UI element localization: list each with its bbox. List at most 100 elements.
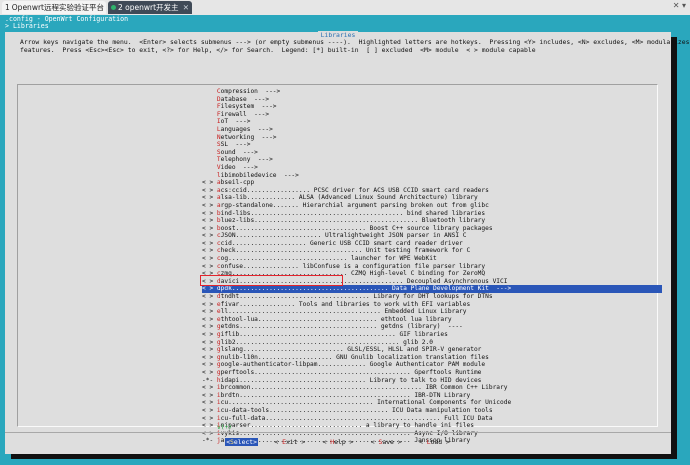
dialog-button[interactable]: < Load > <box>418 438 451 446</box>
item-label: brcommon................................… <box>220 384 508 392</box>
item-label: fivar............... Tools and libraries… <box>220 300 471 308</box>
menu-item[interactable]: < > bluez-libs..........................… <box>202 217 662 225</box>
menu-item[interactable]: < > acs:ccid................. PCSC drive… <box>202 187 662 195</box>
menu-item[interactable]: < > google-authenticator-libpam.........… <box>202 361 662 369</box>
menuconfig-dialog: Libraries Arrow keys navigate the menu. … <box>5 31 689 454</box>
menu-item[interactable]: Database ---> <box>202 96 662 104</box>
item-label: rgp-standalone....... Hierarchial argume… <box>220 201 489 209</box>
item-label: oogle-authenticator-libpam............. … <box>220 361 486 369</box>
item-label: ideo ---> <box>220 163 258 171</box>
item-checkbox <box>202 96 217 103</box>
item-label: cs:ccid................. PCSC driver for… <box>220 186 489 194</box>
item-checkbox: < > <box>202 323 217 331</box>
item-label: oT ---> <box>220 118 251 126</box>
menu-item[interactable]: < > alsa-lib............. ALSA (Advanced… <box>202 194 662 202</box>
item-checkbox: < > <box>202 414 217 422</box>
tab-2[interactable]: 2 openwrt开发主 ✕ <box>108 1 192 14</box>
item-label: atabase ---> <box>220 95 270 103</box>
menu-item[interactable]: < > icu-data-tools......................… <box>202 407 662 415</box>
close-icon[interactable]: ✕ <box>97 1 103 14</box>
menu-item[interactable]: < > icu-full-data.......................… <box>202 415 662 423</box>
menu-item[interactable]: < > efivar............... Tools and libr… <box>202 301 662 309</box>
menu-item[interactable]: < > argp-standalone....... Hierarchial a… <box>202 202 662 210</box>
menu-item[interactable]: Telephony ---> <box>202 156 662 164</box>
item-label: cu......................................… <box>220 399 512 407</box>
item-label: iflib...................................… <box>220 331 448 338</box>
item-checkbox: < > <box>202 300 217 308</box>
item-checkbox <box>202 149 217 156</box>
menu-item[interactable]: Filesystem ---> <box>202 103 662 111</box>
close-icon[interactable]: ✕ <box>183 1 189 14</box>
menu-item[interactable]: -*- hidapi..............................… <box>202 377 662 385</box>
menu-item[interactable]: < > glib2...............................… <box>202 339 662 347</box>
item-label: vykis...................................… <box>220 429 478 437</box>
menu-item[interactable]: < > icu.................................… <box>202 399 662 407</box>
terminal-screen[interactable]: .config - OpenWrt Configuration > Librar… <box>0 15 690 465</box>
menu-item[interactable]: < > iniparser...........................… <box>202 422 662 430</box>
menu-item[interactable]: < > ccid.................... Generic USB… <box>202 240 662 248</box>
item-label: niparser.............................. a… <box>220 422 474 430</box>
menu-item[interactable]: < > bind-libs...........................… <box>202 210 662 218</box>
menu-item[interactable]: < > confuse............... libConfuse is… <box>202 263 662 271</box>
item-label: oost................................... … <box>220 224 493 232</box>
item-checkbox: < > <box>202 179 217 187</box>
menu-item[interactable]: Languages ---> <box>202 126 662 134</box>
menu-item[interactable]: Compression ---> <box>202 88 662 96</box>
menu-item[interactable]: < > ibrdtn..............................… <box>202 392 662 400</box>
menu-item[interactable]: < > cog................................ … <box>202 255 662 263</box>
item-checkbox <box>202 111 217 118</box>
menu-item[interactable]: < > getdns..............................… <box>202 323 662 331</box>
menu-item[interactable]: < > abseil-cpp <box>202 179 662 187</box>
item-label: SL ---> <box>220 141 251 149</box>
menu-item[interactable]: < > dtndht..............................… <box>202 293 662 301</box>
menu-item[interactable]: Video ---> <box>202 164 662 172</box>
menu-item[interactable]: < > ivykis..............................… <box>202 430 662 438</box>
menu-item[interactable]: < > cJSON....................... Ultrali… <box>202 232 662 240</box>
menu-item[interactable]: < > gnulib-l10n.................... GNU … <box>202 354 662 362</box>
menu-item[interactable]: < > ell.................................… <box>202 308 662 316</box>
item-checkbox <box>202 164 217 171</box>
menu-item[interactable]: IoT ---> <box>202 118 662 126</box>
dialog-button[interactable]: < Help > <box>322 438 355 446</box>
item-label: idapi.................................. … <box>220 376 482 384</box>
item-checkbox: < > <box>202 247 217 255</box>
dialog-button[interactable]: < Save > <box>370 438 403 446</box>
button-bar: <Select> < Exit > < Help > < Save > < Lo… <box>5 438 671 446</box>
status-dot-icon <box>111 5 116 10</box>
item-label: heck.................................. U… <box>220 247 471 255</box>
item-checkbox: < > <box>202 406 217 414</box>
menu-item[interactable]: Firewall ---> <box>202 111 662 119</box>
tab-1[interactable]: 1 Openwrt远程实验验证平台 ✕ <box>2 1 106 14</box>
menu-item[interactable]: libimobiledevice ---> <box>202 172 662 180</box>
dialog-button[interactable]: < Exit > <box>273 438 306 446</box>
menu-item[interactable]: < > glslang........................... G… <box>202 346 662 354</box>
item-label: ind-libs................................… <box>220 209 486 217</box>
tab-bar: 1 Openwrt远程实验验证平台 ✕ 2 openwrt开发主 ✕ ✕ ▾ <box>0 0 690 16</box>
menu-item[interactable]: < > check...............................… <box>202 247 662 255</box>
item-checkbox <box>202 134 217 141</box>
item-checkbox: < > <box>202 224 217 232</box>
item-label: perftools...............................… <box>220 368 482 376</box>
item-checkbox: < > <box>202 293 217 301</box>
menu-item[interactable]: Sound ---> <box>202 149 662 157</box>
menu-item[interactable]: SSL ---> <box>202 141 662 149</box>
item-checkbox: < > <box>202 308 217 316</box>
menu-item[interactable]: < > giflib..............................… <box>202 331 662 339</box>
item-label: onfuse............... libConfuse is a co… <box>220 262 486 270</box>
menu-item[interactable]: < > ethtool-lua.........................… <box>202 316 662 324</box>
dialog-button[interactable]: <Select> <box>225 438 258 446</box>
menu-item[interactable]: Networking ---> <box>202 134 662 142</box>
item-label: etdns...................................… <box>220 323 463 331</box>
item-checkbox <box>202 88 217 95</box>
item-checkbox: < > <box>202 217 217 225</box>
menu-item[interactable]: < > ibrcommon...........................… <box>202 384 662 392</box>
menu-item-selected[interactable]: < > dpdk................................… <box>202 285 662 294</box>
menu-item[interactable]: < > boost...............................… <box>202 225 662 233</box>
tab-1-title: Openwrt远程实验验证平台 <box>11 3 104 12</box>
item-label: nulib-l10n.................... GNU Gnuli… <box>220 353 489 361</box>
menu-item[interactable]: < > gperftools..........................… <box>202 369 662 377</box>
dialog-shadow-bottom <box>11 454 677 459</box>
item-label: thtool-lua..............................… <box>220 315 452 323</box>
window-controls[interactable]: ✕ ▾ <box>673 1 686 10</box>
item-label: etworking ---> <box>220 133 277 141</box>
